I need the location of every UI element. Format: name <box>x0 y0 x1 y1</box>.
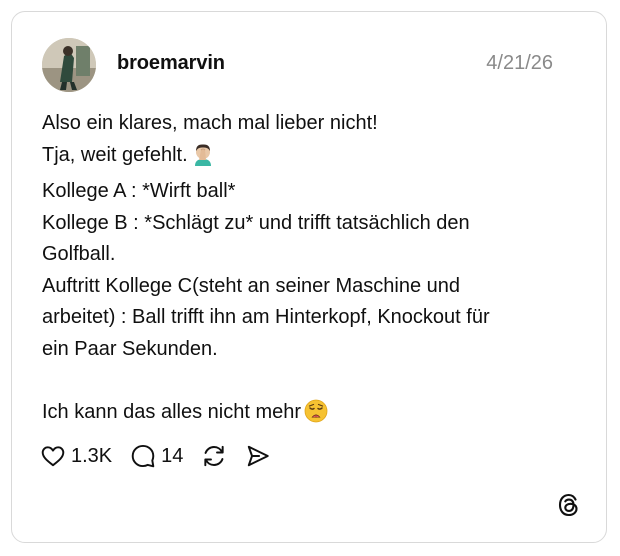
post-line-5: Golfball. <box>42 243 116 265</box>
username[interactable]: broemarvin <box>117 52 225 75</box>
comment-icon <box>131 444 155 468</box>
post-line-2: Tja, weit gefehlt. <box>42 140 582 177</box>
repost-button[interactable] <box>201 443 227 469</box>
post-line-8: ein Paar Sekunden. <box>42 337 218 360</box>
share-icon <box>248 445 270 467</box>
post-text: Also ein klares, mach mal lieber nicht! … <box>42 108 582 433</box>
post-date: 4/21/26 <box>486 52 553 74</box>
post-line-2-text: Tja, weit gefehlt. <box>42 143 188 166</box>
threads-logo-icon[interactable] <box>556 492 582 518</box>
post-line-6: Auftritt Kollege C(steht an seiner Masch… <box>42 274 460 297</box>
post-line-1: Also ein klares, mach mal lieber nicht! <box>42 112 378 134</box>
like-button[interactable]: 1.3K <box>40 443 112 469</box>
reply-count: 14 <box>161 444 184 467</box>
avatar[interactable] <box>42 38 96 92</box>
post-line-4: Kollege B : *Schlägt zu* und trifft tats… <box>42 211 470 234</box>
share-button[interactable] <box>245 443 271 469</box>
post-actions: 1.3K 14 <box>40 442 289 470</box>
post-line-9: Ich kann das alles nicht mehr <box>42 397 582 434</box>
post-line-7: arbeitet) : Ball trifft ihn am Hinterkop… <box>42 306 490 328</box>
post-line-9-text: Ich kann das alles nicht mehr <box>42 400 302 423</box>
like-count: 1.3K <box>71 444 113 467</box>
reply-button[interactable]: 14 <box>130 443 183 469</box>
heart-icon <box>41 446 65 467</box>
weary-face-emoji <box>304 399 328 434</box>
man-facepalming-emoji <box>191 142 215 177</box>
post-line-3: Kollege A : *Wirft ball* <box>42 180 236 202</box>
post-card: broemarvin 4/21/26 Also ein klares, mach… <box>11 11 607 543</box>
repost-icon <box>204 445 225 467</box>
avatar-image <box>42 38 96 92</box>
